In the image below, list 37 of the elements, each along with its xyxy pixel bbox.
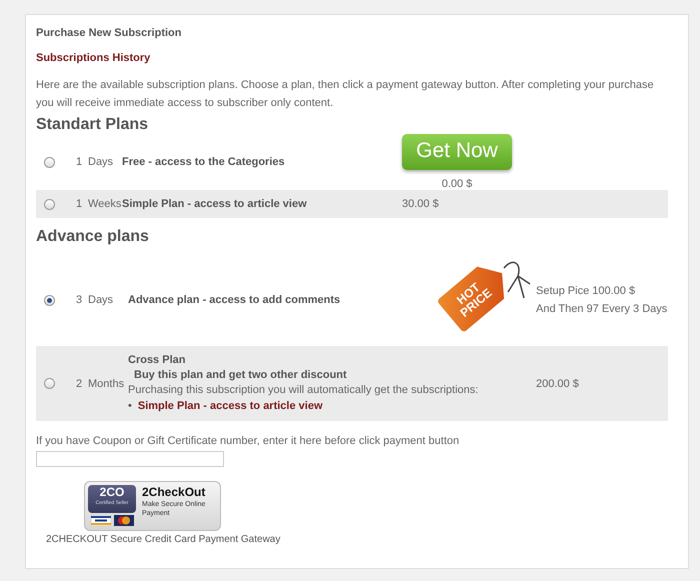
- radio-button[interactable]: [44, 294, 55, 306]
- bullet: •: [128, 399, 132, 413]
- radio-button[interactable]: [44, 156, 55, 168]
- gateway-caption: 2CHECKOUT Secure Credit Card Payment Gateway: [46, 534, 280, 545]
- coupon-field[interactable]: [36, 451, 224, 467]
- plan-duration-count: 3: [76, 294, 84, 306]
- plan-name: Simple Plan - access to article view: [122, 198, 308, 210]
- plan-price: 30.00 $: [402, 198, 440, 210]
- included-plan: Simple Plan - access to article view: [138, 399, 323, 413]
- plan-duration-unit: Months: [88, 378, 126, 390]
- plan-duration-count: 1: [76, 156, 84, 168]
- plan-duration-unit: Days: [88, 294, 114, 306]
- plan-price: And Then 97 Every 3 Days: [536, 303, 668, 315]
- seal-text: 2CO: [100, 485, 124, 499]
- plan-price: 0.00 $: [442, 178, 472, 190]
- plan-name: Cross Plan: [128, 354, 186, 366]
- plan-name: Free - access to the Categories: [122, 156, 286, 168]
- card-icon: [90, 515, 110, 526]
- plan-duration-unit: Days: [88, 156, 114, 168]
- history-link[interactable]: Subscriptions History: [36, 52, 150, 64]
- radio-button[interactable]: [44, 198, 55, 210]
- plan-subtitle: Buy this plan and get two other discount: [133, 369, 348, 381]
- card-icon: [114, 515, 134, 526]
- page-title: Purchase New Subscription: [36, 27, 182, 39]
- gateway-brand: 2CheckOut: [142, 485, 206, 500]
- section-heading: Standart Plans: [36, 116, 150, 134]
- coupon-label: If you have Coupon or Gift Certificate number, enter it here before click payment button: [36, 435, 460, 447]
- plan-duration-count: 1: [76, 198, 84, 210]
- plan-duration-count: 2: [76, 378, 84, 390]
- plan-duration-unit: Weeks: [88, 198, 122, 210]
- plan-note: Purchasing this subscription you will automatically get the subscriptions:: [128, 384, 480, 396]
- intro-text: Here are the available subscription plans. Choose a plan, then click a payment gateway button. After completing your purchase you will receive immediate access to subscriber only content.: [36, 78, 655, 111]
- plan-price: Setup Pice 100.00 $: [536, 285, 636, 297]
- section-heading: Advance plans: [36, 228, 150, 246]
- radio-button[interactable]: [44, 378, 55, 389]
- plan-name: Advance plan - access to add comments: [128, 294, 342, 306]
- plan-price: 200.00 $: [536, 378, 580, 390]
